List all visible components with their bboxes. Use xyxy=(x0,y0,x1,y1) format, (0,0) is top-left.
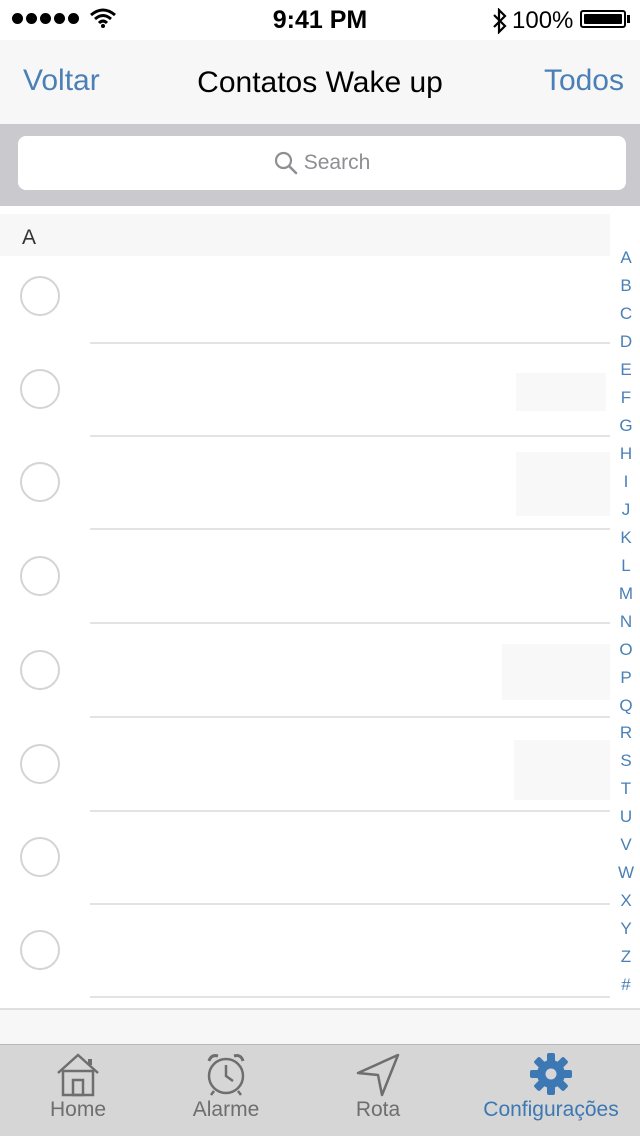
select-radio[interactable] xyxy=(20,276,60,316)
tab-label: Rota xyxy=(355,1098,401,1121)
list-item[interactable] xyxy=(0,250,610,344)
list-item[interactable] xyxy=(0,624,610,718)
select-radio[interactable] xyxy=(20,462,60,502)
battery-icon xyxy=(580,10,626,28)
navigation-bar: Voltar Contatos Wake up Todos xyxy=(0,40,640,124)
index-letter[interactable]: E xyxy=(612,356,640,384)
select-radio[interactable] xyxy=(20,650,60,690)
back-button[interactable]: Voltar xyxy=(23,64,100,98)
tab-label: Configurações xyxy=(483,1098,619,1121)
list-item[interactable] xyxy=(0,904,610,998)
index-letter[interactable]: B xyxy=(612,272,640,300)
list-item[interactable] xyxy=(0,811,610,905)
index-letter[interactable]: J xyxy=(612,496,640,524)
alphabet-index[interactable]: A B C D E F G H I J K L M N O P Q R S T U V W X Y Z # xyxy=(612,244,640,999)
index-letter[interactable]: D xyxy=(612,328,640,356)
index-letter[interactable]: L xyxy=(612,552,640,580)
index-letter[interactable]: O xyxy=(612,636,640,664)
index-letter[interactable]: N xyxy=(612,608,640,636)
tab-route[interactable]: Rota xyxy=(320,1045,436,1137)
gear-icon xyxy=(530,1053,572,1095)
tab-settings[interactable]: Configurações xyxy=(470,1045,632,1137)
tab-bar: Home Alarme Rota Configurações xyxy=(0,1044,640,1136)
tab-home[interactable]: Home xyxy=(20,1045,136,1137)
select-radio[interactable] xyxy=(20,744,60,784)
location-arrow-icon xyxy=(356,1053,400,1097)
search-input[interactable]: Search xyxy=(18,136,626,190)
home-icon xyxy=(57,1053,99,1097)
index-letter[interactable]: F xyxy=(612,384,640,412)
index-letter[interactable]: Z xyxy=(612,943,640,971)
index-letter[interactable]: V xyxy=(612,831,640,859)
contact-list[interactable]: A xyxy=(0,206,640,1046)
list-item[interactable] xyxy=(0,436,610,530)
index-letter[interactable]: # xyxy=(612,971,640,999)
search-placeholder: Search xyxy=(303,151,371,174)
status-bar: 9:41 PM 100% xyxy=(0,0,640,40)
tab-alarm[interactable]: Alarme xyxy=(168,1045,284,1137)
tab-label: Alarme xyxy=(192,1098,260,1121)
index-letter[interactable]: Q xyxy=(612,692,640,720)
index-letter[interactable]: R xyxy=(612,719,640,747)
index-letter[interactable]: K xyxy=(612,524,640,552)
index-letter[interactable]: G xyxy=(612,412,640,440)
tab-label: Home xyxy=(49,1098,107,1121)
index-letter[interactable]: Y xyxy=(612,915,640,943)
index-letter[interactable]: S xyxy=(612,747,640,775)
select-radio[interactable] xyxy=(20,930,60,970)
index-letter[interactable]: H xyxy=(612,440,640,468)
list-item[interactable] xyxy=(0,343,610,437)
list-item[interactable] xyxy=(0,530,610,624)
bluetooth-icon xyxy=(493,8,507,34)
select-radio[interactable] xyxy=(20,837,60,877)
index-letter[interactable]: X xyxy=(612,887,640,915)
index-letter[interactable]: C xyxy=(612,300,640,328)
section-letter: A xyxy=(22,226,37,249)
list-item[interactable] xyxy=(0,718,610,812)
index-letter[interactable]: M xyxy=(612,580,640,608)
select-radio[interactable] xyxy=(20,369,60,409)
index-letter[interactable]: W xyxy=(612,859,640,887)
index-letter[interactable]: A xyxy=(612,244,640,272)
section-footer xyxy=(0,1008,640,1046)
index-letter[interactable]: U xyxy=(612,803,640,831)
search-icon xyxy=(274,151,298,175)
battery-percentage: 100% xyxy=(512,7,574,34)
index-letter[interactable]: I xyxy=(612,468,640,496)
select-all-button[interactable]: Todos xyxy=(544,64,624,98)
select-radio[interactable] xyxy=(20,556,60,596)
alarm-clock-icon xyxy=(207,1054,245,1096)
search-bar-container: Search xyxy=(0,124,640,206)
index-letter[interactable]: P xyxy=(612,664,640,692)
index-letter[interactable]: T xyxy=(612,775,640,803)
